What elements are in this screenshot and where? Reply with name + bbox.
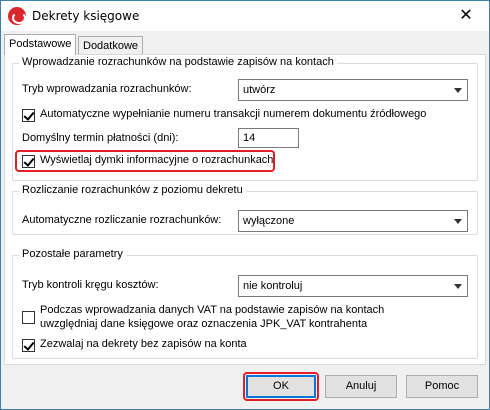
app-logo-icon	[8, 7, 26, 25]
title-bar: Dekrety księgowe ✕	[1, 1, 489, 31]
tryb-wprowadzania-value: utwórz	[243, 84, 276, 96]
chevron-down-icon	[454, 88, 462, 93]
bez-zapisow-label[interactable]: Zezwalaj na dekrety bez zapisów na konta	[40, 338, 247, 350]
kontrola-kregu-label: Tryb kontroli kręgu kosztów:	[22, 279, 159, 291]
auto-rozliczanie-select[interactable]: wyłączone	[238, 210, 468, 232]
auto-rozliczanie-label: Automatyczne rozliczanie rozrachunków:	[22, 214, 222, 226]
vat-label-line1[interactable]: Podczas wprowadzania danych VAT na podst…	[40, 304, 384, 316]
window-title: Dekrety księgowe	[32, 9, 140, 23]
tab-dodatkowe[interactable]: Dodatkowe	[78, 36, 144, 56]
tab-page-podstawowe: Wprowadzanie rozrachunków na podstawie z…	[4, 54, 486, 365]
dialog-window: Dekrety księgowe ✕ Podstawowe Dodatkowe …	[0, 0, 490, 410]
auto-rozliczanie-value: wyłączone	[243, 215, 295, 227]
auto-numer-checkbox[interactable]	[22, 109, 35, 122]
group-wprowadzanie-legend: Wprowadzanie rozrachunków na podstawie z…	[19, 56, 337, 68]
bez-zapisow-checkbox[interactable]	[22, 339, 35, 352]
close-icon[interactable]: ✕	[443, 1, 489, 31]
chevron-down-icon	[454, 219, 462, 224]
kontrola-kregu-select[interactable]: nie kontroluj	[238, 275, 468, 297]
dymki-label[interactable]: Wyświetlaj dymki informacyjne o rozrachu…	[40, 154, 273, 166]
tab-podstawowe[interactable]: Podstawowe	[4, 34, 77, 55]
group-rozliczanie-legend: Rozliczanie rozrachunków z poziomu dekre…	[19, 184, 246, 196]
chevron-down-icon	[454, 284, 462, 289]
dymki-checkbox[interactable]	[22, 155, 35, 168]
ok-button[interactable]: OK	[246, 375, 316, 398]
auto-numer-label[interactable]: Automatyczne wypełnianie numeru transakc…	[40, 108, 426, 120]
termin-platnosci-input[interactable]: 14	[238, 128, 299, 148]
vat-label-line2[interactable]: uwzględniaj dane księgowe oraz oznaczeni…	[40, 318, 367, 330]
group-pozostale-legend: Pozostałe parametry	[19, 248, 126, 260]
kontrola-kregu-value: nie kontroluj	[243, 280, 303, 292]
help-button[interactable]: Pomoc	[406, 375, 478, 398]
vat-checkbox[interactable]	[22, 311, 35, 324]
tryb-wprowadzania-label: Tryb wprowadzania rozrachunków:	[22, 83, 192, 95]
termin-platnosci-label: Domyślny termin płatności (dni):	[22, 132, 179, 144]
tryb-wprowadzania-select[interactable]: utwórz	[238, 79, 468, 101]
cancel-button[interactable]: Anuluj	[325, 375, 397, 398]
